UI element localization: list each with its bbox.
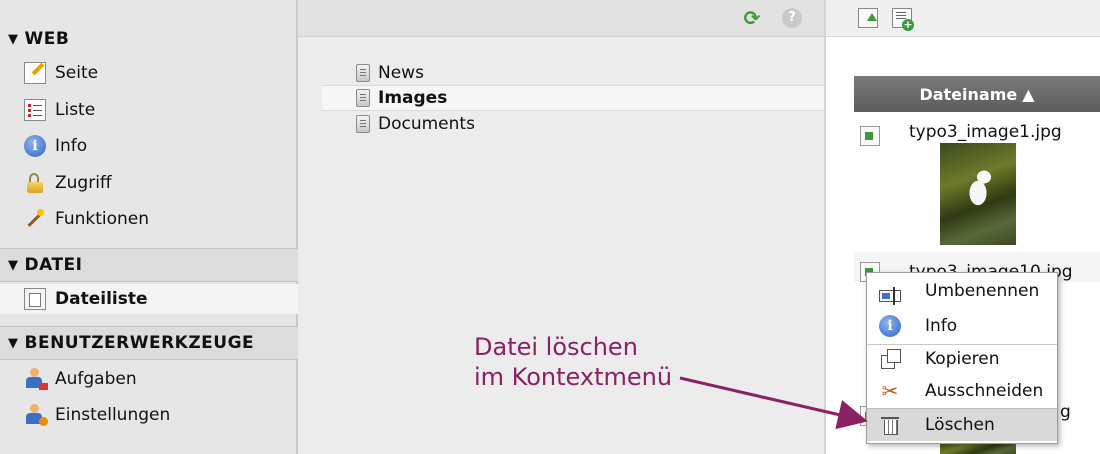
collapse-triangle-icon: ▼ [8, 335, 19, 351]
column-header-filename[interactable]: Dateiname ▲ [854, 76, 1100, 112]
module-item-liste[interactable]: Liste [24, 95, 284, 125]
module-item-seite[interactable]: Seite [24, 58, 284, 88]
group-label: WEB [24, 29, 70, 49]
folder-tree-toolbar: ⟳ ? [298, 0, 824, 37]
scissors-icon: ✂ [881, 379, 899, 403]
annotation-text: Datei löschen im Kontextmenü [474, 332, 672, 392]
collapse-triangle-icon: ▼ [8, 257, 19, 273]
context-item-info[interactable]: i Info [867, 310, 1057, 342]
trash-icon [879, 414, 901, 436]
context-item-rename[interactable]: Umbenennen [867, 275, 1057, 307]
collapse-triangle-icon: ▼ [8, 31, 19, 47]
info-icon: i [24, 135, 46, 157]
filelist-icon [24, 288, 46, 310]
page-edit-icon [24, 62, 46, 84]
module-menu: ▼ WEB Seite Liste i Info Zugriff Funktio… [0, 0, 298, 454]
refresh-icon[interactable]: ⟳ [742, 8, 762, 28]
module-item-funktionen[interactable]: Funktionen [24, 204, 284, 234]
folder-icon [356, 89, 370, 107]
group-label: DATEI [24, 255, 83, 275]
folder-icon [356, 64, 370, 82]
context-item-cut[interactable]: ✂ Ausschneiden [867, 375, 1057, 407]
upload-icon[interactable] [858, 8, 878, 28]
file-list-toolbar [826, 0, 1100, 37]
user-settings-icon [24, 404, 48, 426]
copy-icon [879, 348, 901, 370]
image-file-icon [860, 126, 880, 146]
module-item-label: Funktionen [55, 209, 150, 229]
module-item-zugriff[interactable]: Zugriff [24, 168, 284, 198]
module-item-label: Einstellungen [55, 405, 171, 425]
context-item-copy[interactable]: Kopieren [867, 343, 1057, 375]
module-item-label: Aufgaben [55, 369, 137, 389]
module-item-label: Seite [55, 63, 99, 83]
help-icon[interactable]: ? [782, 8, 802, 28]
new-file-icon[interactable] [892, 8, 914, 31]
module-item-label: Dateiliste [55, 289, 148, 309]
file-row[interactable]: typo3_image1.jpg [854, 120, 1100, 250]
module-item-label: Info [55, 136, 88, 156]
sort-ascending-icon: ▲ [1022, 84, 1035, 104]
tree-node-documents[interactable]: Documents [322, 112, 824, 136]
file-name: typo3_image1.jpg [909, 122, 1062, 142]
context-item-label: Umbenennen [925, 281, 1040, 301]
annotation-line-1: Datei löschen [474, 333, 638, 361]
group-web[interactable]: ▼ WEB [0, 22, 298, 56]
module-item-aufgaben[interactable]: Aufgaben [24, 364, 284, 394]
file-name-fragment: g [1060, 402, 1071, 422]
column-header-label: Dateiname [919, 84, 1018, 104]
context-item-label: Löschen [925, 415, 995, 435]
module-item-info[interactable]: i Info [24, 131, 284, 161]
context-item-delete[interactable]: Löschen [867, 408, 1057, 441]
info-icon: i [879, 315, 901, 337]
module-item-dateiliste[interactable]: Dateiliste [0, 284, 298, 314]
context-item-label: Kopieren [925, 349, 1000, 369]
list-icon [24, 99, 46, 121]
tree-node-label: Images [378, 88, 448, 108]
wand-icon [24, 208, 46, 230]
context-item-label: Ausschneiden [925, 381, 1044, 401]
context-menu: Umbenennen i Info Kopieren ✂ Ausschneide… [866, 272, 1058, 444]
tree-node-images[interactable]: Images [322, 85, 824, 111]
tree-node-label: News [378, 63, 424, 83]
tree-node-label: Documents [378, 114, 475, 134]
tree-node-news[interactable]: News [322, 61, 824, 85]
image-thumbnail[interactable] [940, 143, 1016, 245]
group-datei[interactable]: ▼ DATEI [0, 248, 298, 282]
group-benutzerwerkzeuge[interactable]: ▼ BENUTZERWERKZEUGE [0, 326, 298, 360]
annotation-line-2: im Kontextmenü [474, 363, 673, 391]
context-item-label: Info [925, 316, 958, 336]
module-item-einstellungen[interactable]: Einstellungen [24, 400, 284, 430]
folder-icon [356, 115, 370, 133]
user-tasks-icon [24, 368, 48, 390]
lock-icon [24, 172, 46, 194]
group-label: BENUTZERWERKZEUGE [24, 333, 255, 353]
module-item-label: Zugriff [55, 173, 112, 193]
rename-icon [879, 287, 901, 305]
module-item-label: Liste [55, 100, 96, 120]
